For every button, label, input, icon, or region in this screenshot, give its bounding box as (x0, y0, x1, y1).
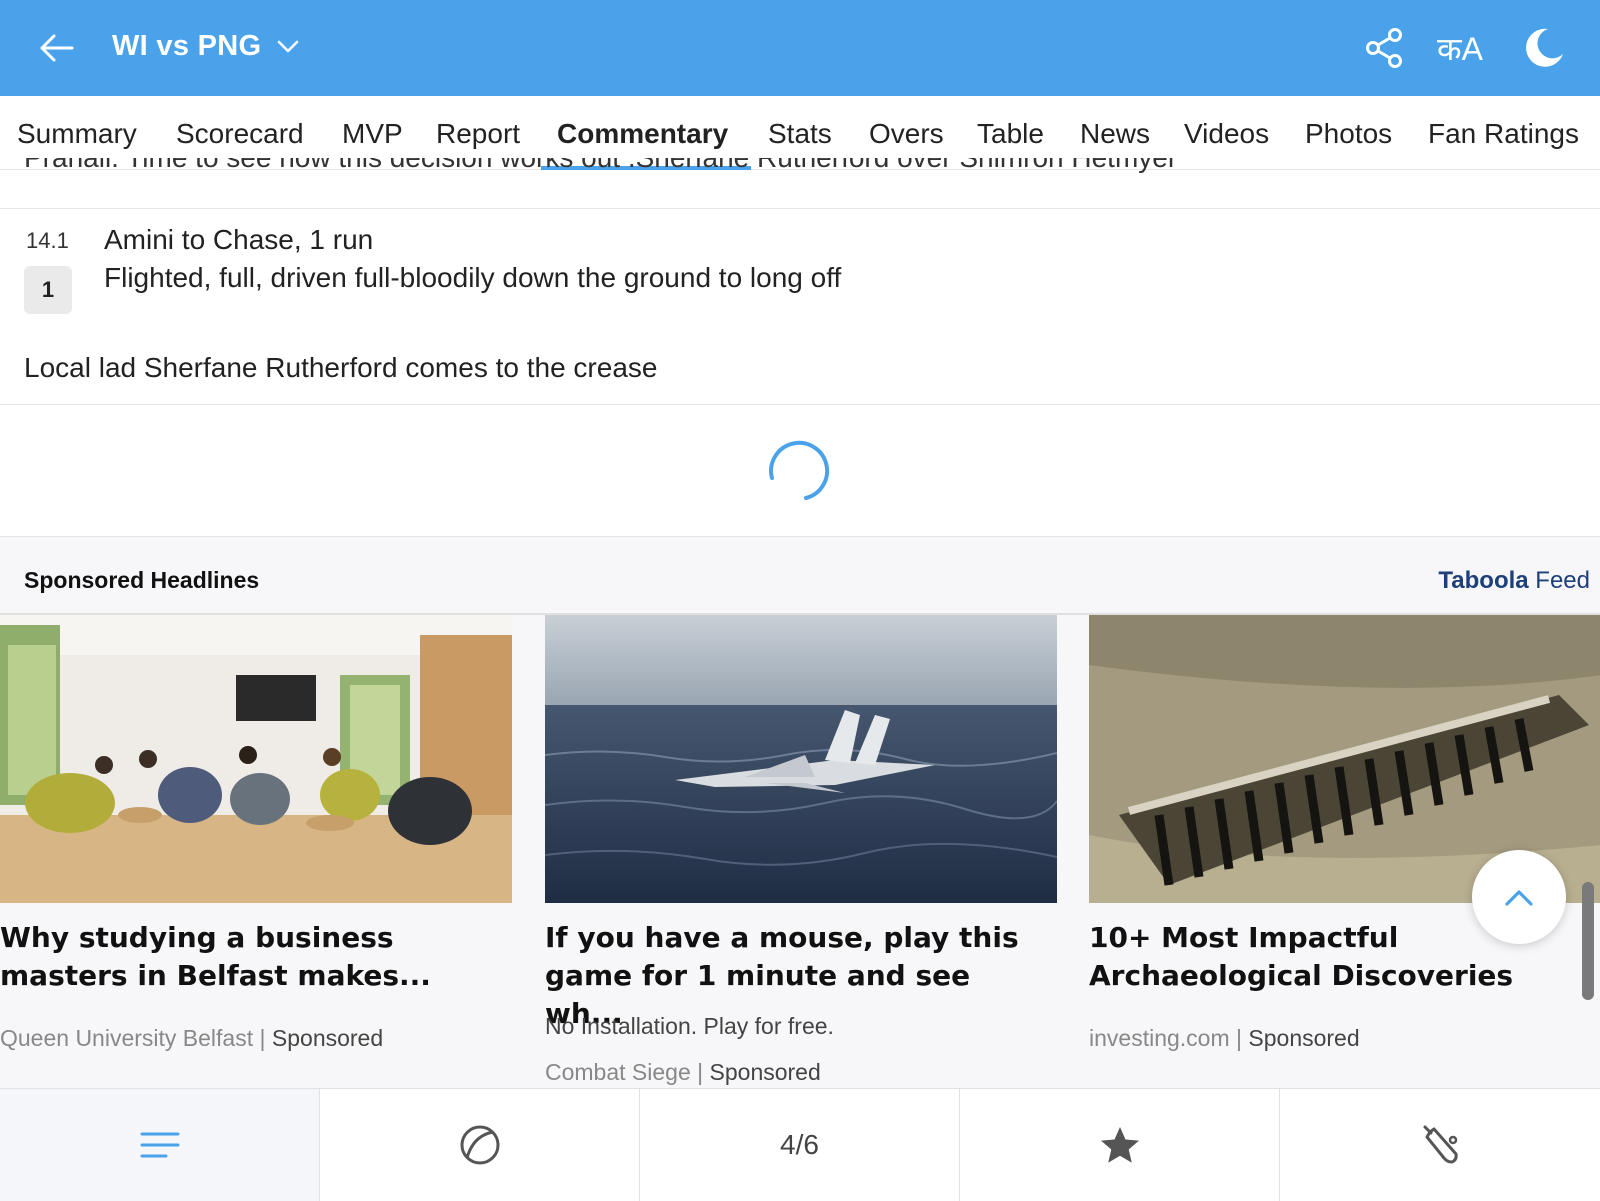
language-toggle[interactable]: कA (1436, 24, 1484, 72)
tab-news[interactable]: News (1080, 118, 1150, 150)
star-icon (1100, 1127, 1139, 1163)
tab-overs[interactable]: Overs (869, 118, 944, 150)
tab-mvp[interactable]: MVP (342, 118, 403, 150)
bottom-nav-favourites[interactable] (960, 1089, 1280, 1201)
feed-label: Feed (1528, 567, 1590, 594)
ball-description: Flighted, full, driven full-bloodily dow… (104, 262, 842, 293)
loading-spinner-icon (769, 440, 830, 500)
arrow-left-icon (40, 34, 74, 62)
tab-scorecard[interactable]: Scorecard (176, 118, 304, 150)
bottom-nav-commentary[interactable] (0, 1089, 320, 1201)
tab-report[interactable]: Report (436, 118, 520, 150)
moon-icon (1526, 28, 1563, 67)
night-mode-button[interactable] (1520, 24, 1568, 72)
clipped-commentary: Pranali: Time to see how this decision w… (24, 158, 1177, 174)
tab-table[interactable]: Table (977, 118, 1044, 150)
tab-commentary[interactable]: Commentary (557, 118, 728, 150)
menu-icon (140, 1132, 179, 1158)
ball-title: Amini to Chase, 1 run (104, 224, 374, 255)
taboola-feed-link[interactable]: Taboola Feed (1438, 567, 1590, 595)
sponsored-label: Sponsored (271, 1025, 384, 1051)
sponsored-label: Sponsored (709, 1059, 821, 1085)
bottom-nav: 4/6 (0, 1088, 1600, 1201)
card-source: investing.com | Sponsored (1089, 1025, 1360, 1051)
divider (0, 404, 1600, 405)
tab-fan-ratings[interactable]: Fan Ratings (1428, 118, 1579, 150)
sponsored-card[interactable]: If you have a mouse, play this game for … (545, 615, 1057, 1085)
match-selector[interactable]: WI vs PNG (112, 30, 299, 63)
chevron-down-icon (278, 40, 299, 52)
card-description: No Installation. Play for free. (545, 1013, 834, 1039)
bottom-nav-page[interactable]: 4/6 (640, 1089, 960, 1201)
match-title: WI vs PNG (112, 30, 262, 62)
tab-stats[interactable]: Stats (768, 118, 832, 150)
sponsored-label: Sponsored (1248, 1025, 1360, 1051)
sponsored-heading: Sponsored Headlines (24, 567, 260, 593)
app-header: WI vs PNG कA (0, 0, 1600, 96)
runs-value: 1 (41, 277, 55, 302)
share-icon (1366, 28, 1402, 68)
tab-photos[interactable]: Photos (1305, 118, 1392, 150)
card-title[interactable]: Why studying a business masters in Belfa… (0, 919, 512, 995)
taboola-logo: Taboola (1438, 567, 1529, 594)
bat-icon (1423, 1125, 1458, 1164)
chevron-up-icon (1505, 890, 1533, 906)
bottom-nav-bat[interactable] (1280, 1089, 1600, 1201)
ball-icon (460, 1125, 499, 1165)
source-name: Queen University Belfast (0, 1025, 254, 1051)
back-button[interactable] (34, 28, 78, 68)
office-lounge-image (0, 615, 512, 903)
over-number: 14.1 (26, 228, 69, 253)
card-source: Queen University Belfast | Sponsored (0, 1025, 384, 1051)
sponsored-card[interactable]: Why studying a business masters in Belfa… (0, 615, 512, 1075)
language-label: कA (1437, 30, 1483, 67)
source-name: investing.com (1089, 1025, 1230, 1051)
page-indicator: 4/6 (780, 1129, 819, 1160)
commentary-note: Local lad Sherfane Rutherford comes to t… (24, 352, 658, 383)
bottom-nav-ball[interactable] (320, 1089, 640, 1201)
tab-summary[interactable]: Summary (17, 118, 137, 150)
jet-over-sea-image (545, 615, 1057, 903)
runs-badge: 1 (24, 266, 72, 314)
source-name: Combat Siege (545, 1059, 691, 1085)
commentary-clipped-text: Pranali: Time to see how this decision w… (24, 158, 1584, 186)
scroll-to-top-button[interactable] (1472, 850, 1566, 944)
scrollbar-thumb[interactable] (1582, 882, 1594, 1000)
divider (0, 208, 1600, 209)
sponsored-section: Sponsored Headlines Taboola Feed Why stu… (0, 536, 1600, 1088)
tab-videos[interactable]: Videos (1184, 118, 1269, 150)
card-source: Combat Siege | Sponsored (545, 1059, 821, 1085)
share-button[interactable] (1360, 24, 1408, 72)
sponsored-card[interactable]: 10+ Most Impactful Archaeological Discov… (1089, 615, 1600, 1075)
